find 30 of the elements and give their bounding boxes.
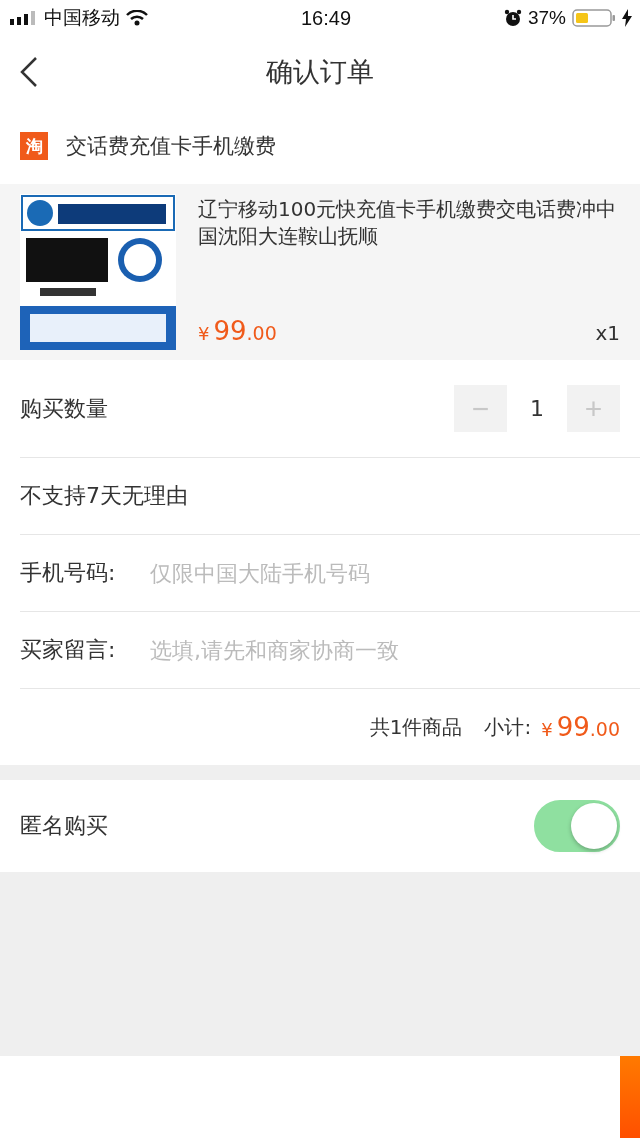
input-field[interactable]: 选填,请先和商家协商一致 bbox=[150, 637, 620, 663]
alarm-icon bbox=[503, 9, 522, 27]
battery-percent: 37% bbox=[527, 7, 566, 29]
page-title: 确认订单 bbox=[266, 55, 374, 89]
wifi-icon bbox=[126, 10, 148, 26]
item-count: 共1件商品 bbox=[369, 713, 463, 741]
submit-button[interactable] bbox=[620, 1056, 640, 1138]
charging-icon bbox=[622, 9, 632, 27]
battery-icon bbox=[572, 8, 616, 28]
product-title: 辽宁移动100元快充值卡手机缴费交电话费冲中国沈阳大连鞍山抚顺 bbox=[198, 196, 618, 250]
input-field[interactable]: 仅限中国大陆手机号码 bbox=[150, 560, 620, 586]
anonymous-label: 匿名购买 bbox=[20, 812, 108, 840]
product-card[interactable]: 辽宁移动100元快充值卡手机缴费交电话费冲中国沈阳大连鞍山抚顺 ¥99.00 x1 bbox=[0, 184, 640, 360]
subtotal-price: ¥99.00 bbox=[541, 712, 620, 742]
subtotal-label: 小计: bbox=[484, 713, 532, 741]
increase-button[interactable]: + bbox=[567, 385, 620, 432]
anonymous-toggle[interactable] bbox=[534, 800, 620, 852]
quantity-value: 1 bbox=[529, 396, 545, 421]
product-price: ¥99.00 bbox=[198, 316, 277, 346]
status-time: 16:49 bbox=[300, 6, 351, 30]
quantity-label: 购买数量 bbox=[20, 394, 108, 423]
carrier-name: 中国移动 bbox=[44, 5, 120, 30]
signal-icon bbox=[10, 11, 38, 25]
field-label: 买家留言: bbox=[20, 636, 117, 664]
return-policy-text: 不支持7天无理由 bbox=[20, 482, 188, 510]
field-label: 手机号码: bbox=[20, 559, 117, 587]
shop-name: 交话费充值卡手机缴费 bbox=[66, 133, 276, 160]
back-button[interactable] bbox=[20, 56, 38, 88]
shop-badge-icon: 淘 bbox=[20, 132, 48, 160]
product-quantity: x1 bbox=[595, 321, 620, 345]
